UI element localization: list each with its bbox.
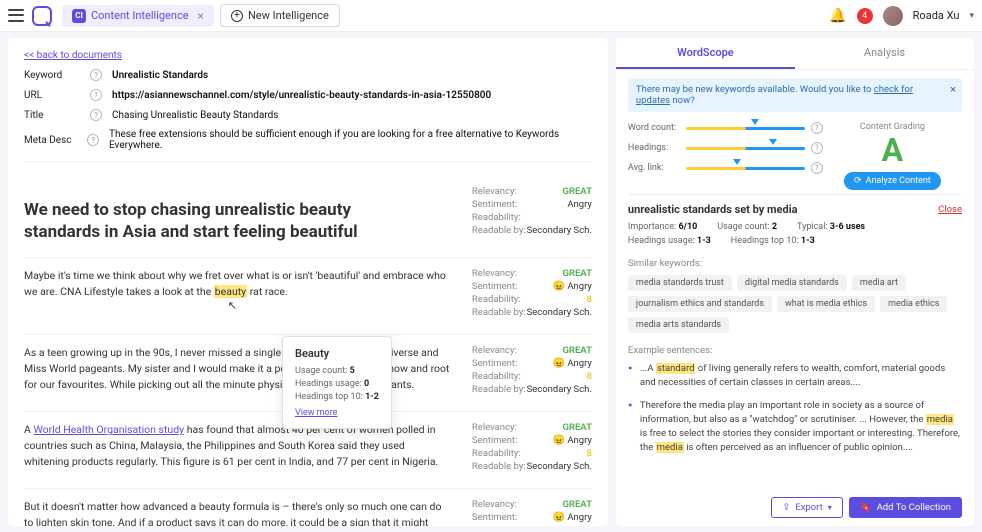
bell-icon[interactable]: 🔔 xyxy=(829,8,846,24)
refresh-icon: ⟳ xyxy=(854,176,862,186)
highlight-beauty[interactable]: beauty xyxy=(214,285,247,298)
menu-icon[interactable] xyxy=(8,8,24,24)
tab-wordscope[interactable]: WordScope xyxy=(616,38,795,69)
chevron-down-icon[interactable]: ▾ xyxy=(969,11,974,21)
export-button[interactable]: ⇪ Export ▾ xyxy=(771,497,842,518)
keyword-chip[interactable]: media standards trust xyxy=(628,275,732,291)
new-intelligence-button[interactable]: + New Intelligence xyxy=(220,4,340,27)
info-icon[interactable]: ? xyxy=(811,162,823,174)
update-banner: There may be new keywords available. Wou… xyxy=(628,78,962,112)
app-logo[interactable] xyxy=(32,6,52,26)
add-to-collection-button[interactable]: 🔖 Add To Collection xyxy=(849,497,962,518)
close-link[interactable]: Close xyxy=(938,204,962,215)
title-label: Title xyxy=(24,110,80,121)
keyword-chip[interactable]: media art xyxy=(852,275,906,291)
username: Roada Xu xyxy=(913,9,960,22)
url-value: https://asiannewschannel.com/style/unrea… xyxy=(112,90,491,101)
keyword-chip[interactable]: digital media standards xyxy=(737,275,847,291)
export-icon: ⇪ xyxy=(782,502,790,513)
paragraph-metrics: Relevancy:GREAT Sentiment:😠Angry Readabi… xyxy=(472,422,592,474)
paragraph-metrics: Relevancy:GREAT Sentiment:😠Angry Readabi… xyxy=(472,499,592,526)
example-sentence: ...A standard of living generally refers… xyxy=(628,362,962,391)
info-icon[interactable]: ? xyxy=(90,89,102,101)
tooltip-title: Beauty xyxy=(295,347,379,360)
back-to-documents-link[interactable]: << back to documents xyxy=(24,50,122,61)
example-sentences-label: Example sentences: xyxy=(628,345,962,356)
word-count-label: Word count: xyxy=(628,123,680,133)
keyword-value: Unrealistic Standards xyxy=(112,70,208,81)
chevron-down-icon: ▾ xyxy=(828,503,832,512)
info-icon[interactable]: ? xyxy=(90,109,102,121)
headings-label: Headings: xyxy=(628,143,680,153)
paragraph: But it doesn't matter how advanced a bea… xyxy=(24,499,452,526)
tab-content-intelligence[interactable]: CI Content Intelligence × xyxy=(62,5,214,27)
keyword-title: unrealistic standards set by media xyxy=(628,203,798,216)
notification-badge[interactable]: 4 xyxy=(857,8,873,24)
paragraph-metrics: Relevancy:GREAT Sentiment:😠Angry Readabi… xyxy=(472,268,592,320)
article-title: We need to stop chasing unrealistic beau… xyxy=(24,199,424,243)
info-icon[interactable]: ? xyxy=(811,142,823,154)
paragraph: A World Health Organisation study has fo… xyxy=(24,422,452,474)
avglink-label: Avg. link: xyxy=(628,163,680,173)
paragraph: Maybe it's time we think about why we fr… xyxy=(24,268,452,320)
tab-analysis[interactable]: Analysis xyxy=(795,38,974,69)
keyword-chip[interactable]: media ethics xyxy=(880,296,947,312)
paragraph-metrics: Relevancy:GREAT Sentiment:😠Angry Readabi… xyxy=(472,345,592,397)
url-label: URL xyxy=(24,90,80,101)
info-icon[interactable]: ? xyxy=(90,69,102,81)
tab-icon: CI xyxy=(72,9,86,23)
example-sentence: Therefore the media play an important ro… xyxy=(628,399,962,456)
metadesc-value: These free extensions should be sufficie… xyxy=(109,129,592,151)
headings-slider[interactable] xyxy=(686,147,805,150)
plus-icon: + xyxy=(231,10,243,22)
grade-letter: A xyxy=(823,134,962,166)
keyword-chip[interactable]: media arts standards xyxy=(628,317,729,333)
title-value: Chasing Unrealistic Beauty Standards xyxy=(112,110,278,121)
similar-keywords-label: Similar keywords: xyxy=(628,258,962,269)
keyword-chip[interactable]: journalism ethics and standards xyxy=(628,296,772,312)
view-more-link[interactable]: View more xyxy=(295,408,379,418)
cursor-icon: ↖ xyxy=(228,299,237,312)
bookmark-icon: 🔖 xyxy=(860,502,872,513)
close-icon[interactable]: × xyxy=(950,83,956,96)
analyze-content-button[interactable]: ⟳Analyze Content xyxy=(844,172,941,190)
close-icon[interactable]: × xyxy=(198,9,204,23)
info-icon[interactable]: ? xyxy=(811,122,823,134)
keyword-chip[interactable]: what is media ethics xyxy=(777,296,875,312)
keyword-label: Keyword xyxy=(24,70,80,81)
avatar[interactable] xyxy=(883,6,903,26)
info-icon[interactable]: ? xyxy=(87,134,99,146)
metadesc-label: Meta Desc xyxy=(24,135,77,146)
word-count-slider[interactable] xyxy=(686,127,805,130)
tab-label: Content Intelligence xyxy=(91,9,189,22)
new-tab-label: New Intelligence xyxy=(248,9,329,22)
avglink-slider[interactable] xyxy=(686,167,805,170)
title-metrics: Relevancy:GREAT Sentiment:Angry Readabil… xyxy=(472,186,592,243)
who-study-link[interactable]: World Health Organisation study xyxy=(33,423,184,436)
keyword-tooltip: Beauty Usage count: 5 Headings usage: 0 … xyxy=(282,336,392,429)
